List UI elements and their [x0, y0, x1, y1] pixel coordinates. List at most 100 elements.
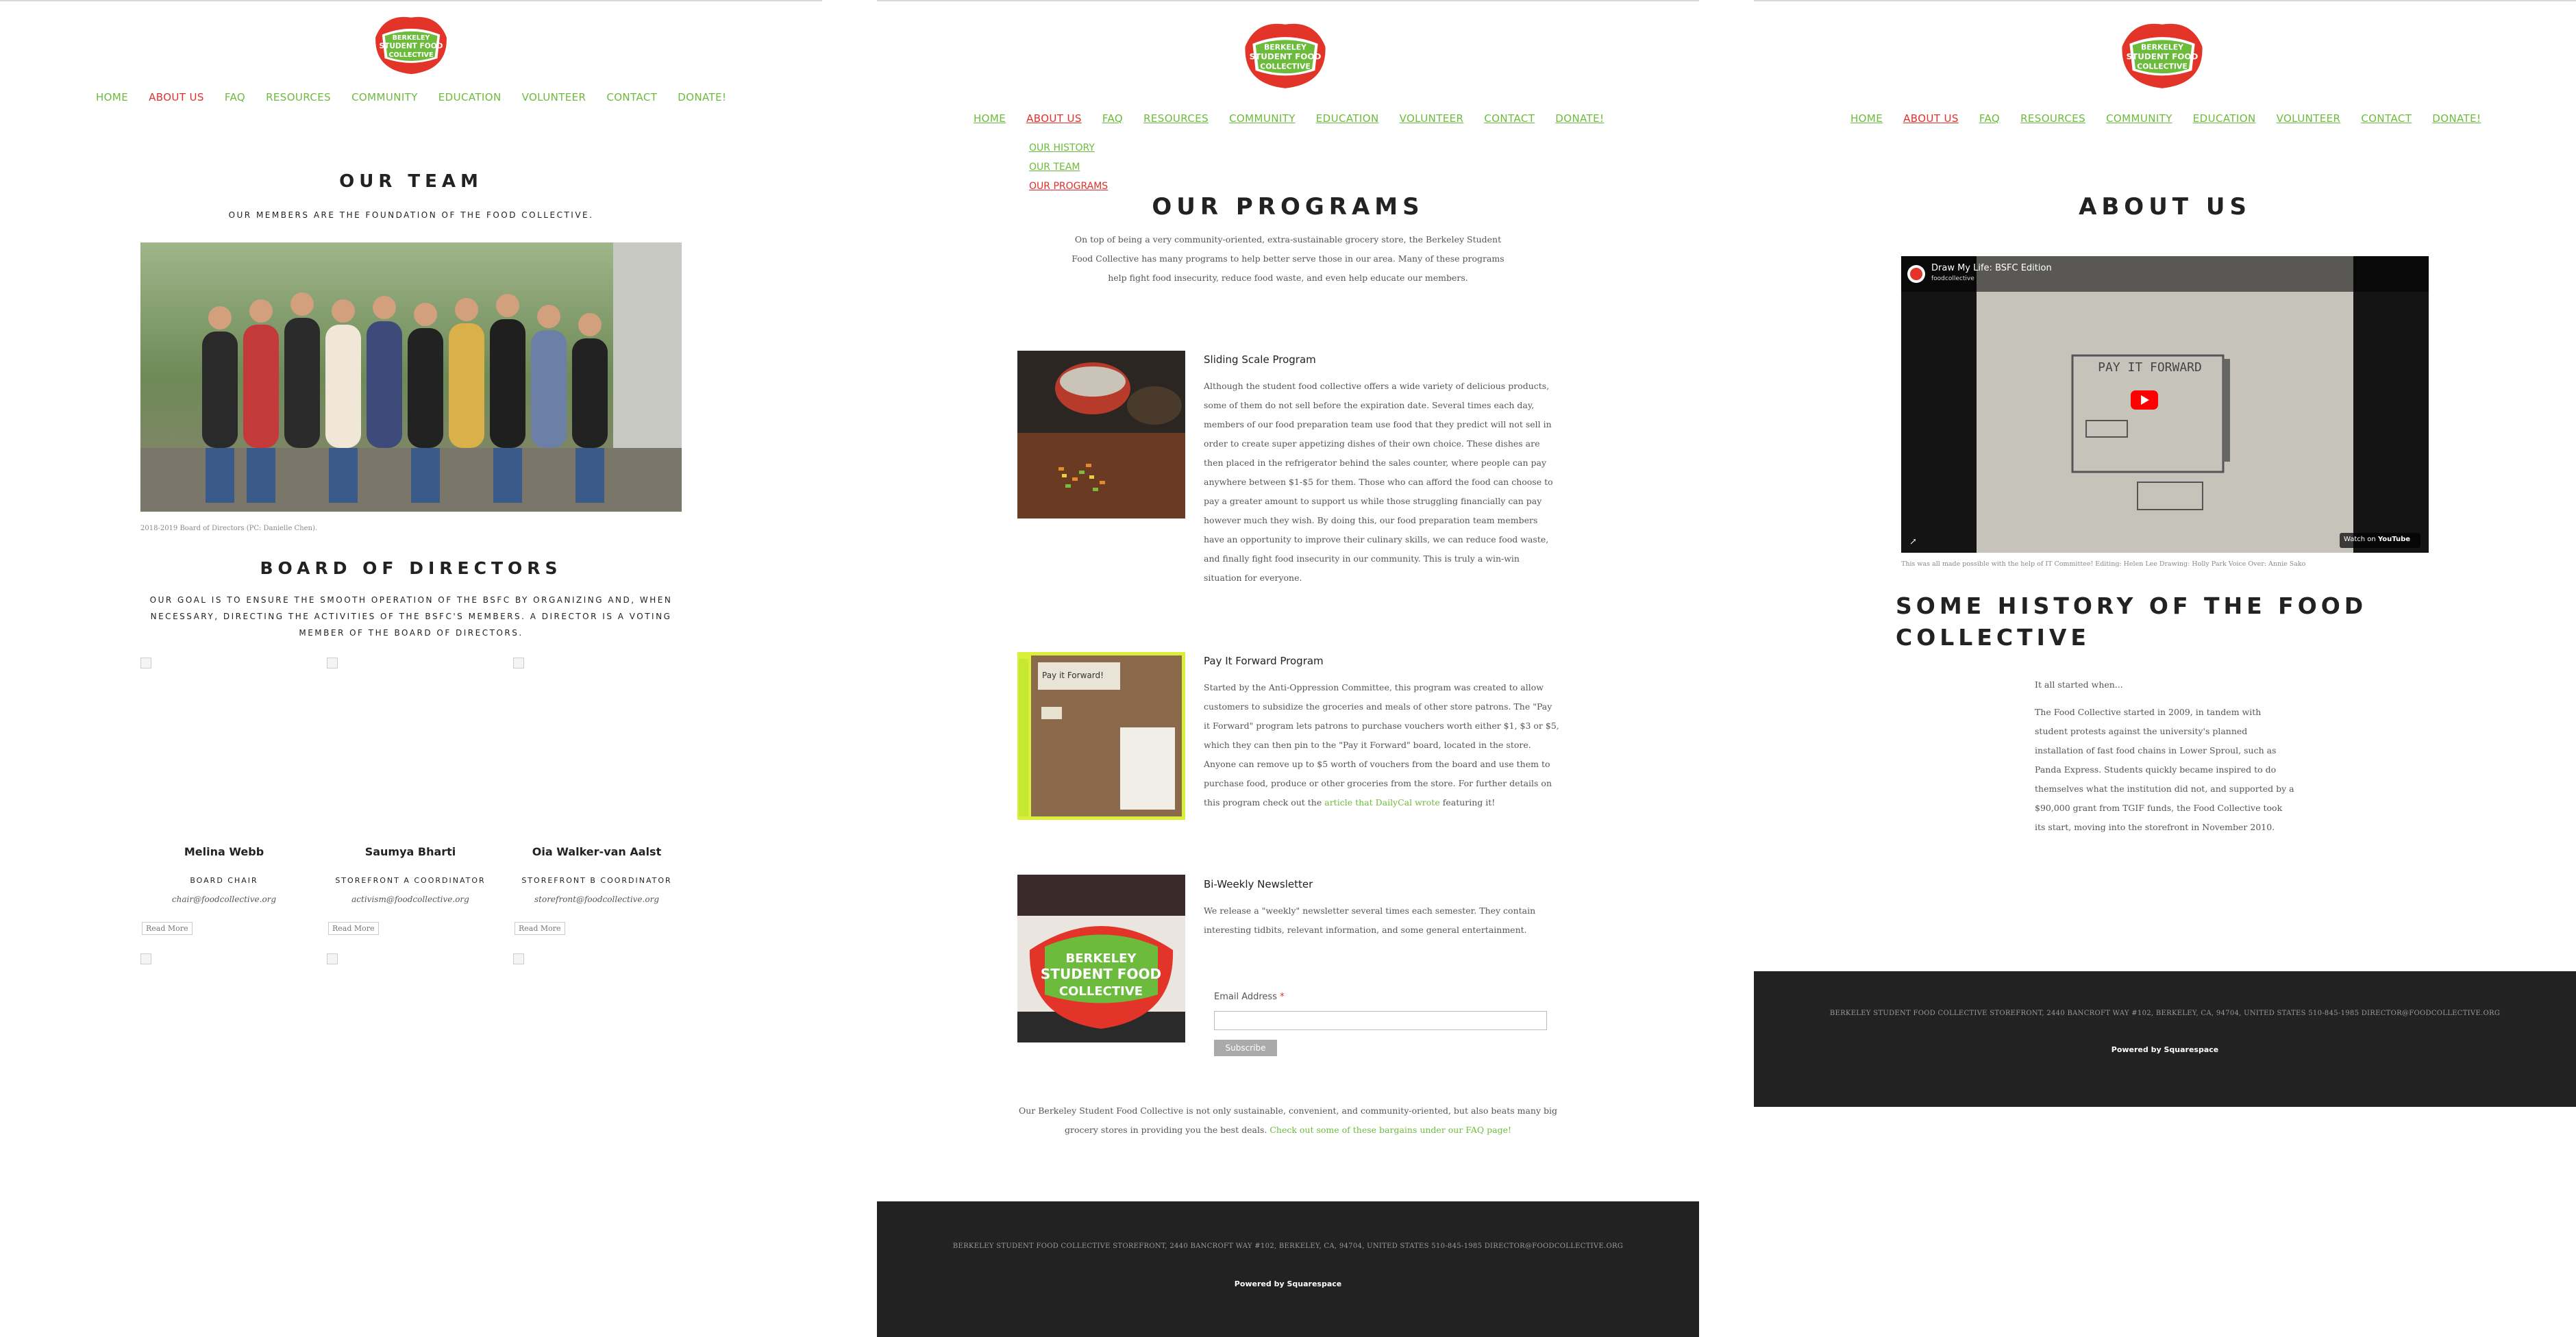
member-email[interactable]: storefront@foodcollective.org	[508, 895, 686, 904]
nav-item-donate[interactable]: DONATE!	[2432, 112, 2481, 125]
read-more-button[interactable]: Read More	[142, 922, 193, 935]
watch-on-text: Watch on	[2344, 536, 2376, 543]
nav-item-about-us[interactable]: ABOUT US	[149, 91, 204, 103]
nav-item-about-us[interactable]: ABOUT US	[1026, 112, 1082, 125]
youtube-video-embed[interactable]: Draw My Life: BSFC Edition foodcollectiv…	[1901, 256, 2429, 553]
program-title: Sliding Scale Program	[1204, 353, 1316, 366]
email-field[interactable]	[1214, 1011, 1547, 1030]
nav-item-resources[interactable]: RESOURCES	[266, 91, 331, 103]
bsfc-logo[interactable]: BERKELEY STUDENT FOOD COLLECTIVE	[1241, 8, 1330, 100]
photo-caption: 2018-2019 Board of Directors (PC: Daniel…	[140, 525, 318, 532]
board-photo-6	[513, 953, 524, 964]
member-card-3: Oia Walker-van Aalst STOREFRONT B COORDI…	[508, 845, 686, 904]
nav-item-faq[interactable]: FAQ	[1979, 112, 2000, 125]
svg-text:Pay it Forward!: Pay it Forward!	[1042, 671, 1104, 680]
bsfc-logo[interactable]: BERKELEY STUDENT FOOD COLLECTIVE	[2118, 8, 2207, 100]
nav-item-volunteer[interactable]: VOLUNTEER	[2277, 112, 2341, 125]
nav-item-donate[interactable]: DONATE!	[678, 91, 726, 103]
program-text-tail: featuring it!	[1442, 797, 1496, 808]
program-title: Bi-Weekly Newsletter	[1204, 878, 1313, 890]
youtube-play-icon[interactable]	[2131, 390, 2158, 410]
video-channel: foodcollective	[1931, 275, 1974, 282]
member-role: STOREFRONT A COORDINATOR	[335, 876, 486, 885]
nav-item-donate[interactable]: DONATE!	[1555, 112, 1604, 125]
nav-item-resources[interactable]: RESOURCES	[1143, 112, 1209, 125]
nav-item-education[interactable]: EDUCATION	[1316, 112, 1379, 125]
nav-item-contact[interactable]: CONTACT	[606, 91, 657, 103]
share-icon[interactable]: ↗	[1909, 537, 1917, 547]
nav-item-about-us[interactable]: ABOUT US	[1903, 112, 1959, 125]
programs-page-panel: BERKELEY STUDENT FOOD COLLECTIVE HOME ABO…	[877, 0, 1699, 1337]
program-text: We release a "weekly" newsletter several…	[1204, 905, 1536, 935]
member-email[interactable]: activism@foodcollective.org	[321, 895, 499, 904]
required-mark: *	[1280, 992, 1285, 1002]
video-whiteboard-text: PAY IT FORWARD	[2098, 360, 2202, 375]
board-title: BOARD OF DIRECTORS	[260, 558, 562, 578]
subnav-our-history[interactable]: OUR HISTORY	[1029, 138, 1108, 158]
member-card-2: Saumya Bharti STOREFRONT A COORDINATOR a…	[321, 845, 499, 904]
nav-item-community[interactable]: COMMUNITY	[2106, 112, 2172, 125]
history-title: SOME HISTORY OF THE FOOD COLLECTIVE	[1896, 592, 2368, 651]
read-more-button[interactable]: Read More	[515, 922, 565, 935]
footer-address: BERKELEY STUDENT FOOD COLLECTIVE STOREFR…	[952, 1242, 1624, 1250]
dailycal-article-link[interactable]: article that DailyCal wrote	[1324, 797, 1439, 808]
svg-text:COLLECTIVE: COLLECTIVE	[2137, 62, 2188, 71]
team-page-panel: BERKELEY STUDENT FOOD COLLECTIVE HOME ABO…	[0, 0, 822, 1336]
programs-outro: Our Berkeley Student Food Collective is …	[1014, 1101, 1562, 1140]
nav-item-faq[interactable]: FAQ	[225, 91, 245, 103]
nav-item-contact[interactable]: CONTACT	[2361, 112, 2412, 125]
about-page-panel: BERKELEY STUDENT FOOD COLLECTIVE HOME ABO…	[1754, 0, 2576, 1336]
subnav-our-team[interactable]: OUR TEAM	[1029, 158, 1108, 177]
nav-item-home[interactable]: HOME	[974, 112, 1006, 125]
svg-text:COLLECTIVE: COLLECTIVE	[1260, 62, 1311, 71]
powered-by-squarespace[interactable]: Powered by Squarespace	[1754, 1045, 2576, 1054]
read-more-button[interactable]: Read More	[328, 922, 379, 935]
faq-bargains-link[interactable]: Check out some of these bargains under o…	[1270, 1125, 1511, 1135]
member-name: Oia Walker-van Aalst	[532, 845, 662, 858]
board-photo-2	[327, 658, 338, 668]
svg-text:BERKELEY: BERKELEY	[2141, 43, 2183, 52]
watch-on-youtube[interactable]: Watch on YouTube	[2344, 536, 2410, 543]
nav-item-volunteer[interactable]: VOLUNTEER	[1400, 112, 1464, 125]
member-name: Melina Webb	[184, 845, 264, 858]
nav-item-community[interactable]: COMMUNITY	[1229, 112, 1296, 125]
nav-item-volunteer[interactable]: VOLUNTEER	[522, 91, 586, 103]
site-footer: BERKELEY STUDENT FOOD COLLECTIVE STOREFR…	[877, 1201, 1699, 1337]
member-card-1: Melina Webb BOARD CHAIR chair@foodcollec…	[135, 845, 313, 904]
nav-item-community[interactable]: COMMUNITY	[351, 91, 418, 103]
team-photo	[140, 242, 682, 512]
svg-text:STUDENT FOOD: STUDENT FOOD	[1250, 52, 1322, 62]
about-subnav: OUR HISTORY OUR TEAM OUR PROGRAMS	[1029, 138, 1108, 196]
powered-by-squarespace[interactable]: Powered by Squarespace	[877, 1279, 1699, 1288]
board-photo-1	[140, 658, 151, 668]
nav-item-education[interactable]: EDUCATION	[438, 91, 501, 103]
nav-item-home[interactable]: HOME	[96, 91, 128, 103]
svg-text:STUDENT FOOD: STUDENT FOOD	[1041, 966, 1161, 982]
history-text: The Food Collective started in 2009, in …	[2035, 707, 2294, 832]
nav-item-education[interactable]: EDUCATION	[2193, 112, 2256, 125]
svg-text:STUDENT FOOD: STUDENT FOOD	[380, 42, 443, 51]
programs-intro: On top of being a very community-oriente…	[1072, 234, 1504, 283]
svg-text:BERKELEY: BERKELEY	[393, 34, 431, 42]
svg-text:BERKELEY: BERKELEY	[1264, 43, 1306, 52]
svg-text:COLLECTIVE: COLLECTIVE	[1059, 984, 1143, 999]
main-nav: HOME ABOUT US FAQ RESOURCES COMMUNITY EDUCATI…	[96, 91, 726, 103]
svg-text:STUDENT FOOD: STUDENT FOOD	[2127, 52, 2199, 62]
subscribe-button[interactable]: Subscribe	[1214, 1040, 1277, 1056]
nav-item-contact[interactable]: CONTACT	[1484, 112, 1535, 125]
board-photo-3	[513, 658, 524, 668]
page-title: OUR PROGRAMS	[1152, 193, 1424, 221]
program-text: Started by the Anti-Oppression Committee…	[1204, 678, 1560, 812]
bsfc-logo[interactable]: BERKELEY STUDENT FOOD COLLECTIVE	[371, 11, 451, 77]
member-name: Saumya Bharti	[364, 845, 456, 858]
program-text-body: Started by the Anti-Oppression Committee…	[1204, 682, 1559, 808]
page-subtitle: OUR MEMBERS ARE THE FOUNDATION OF THE FO…	[228, 210, 594, 220]
nav-item-faq[interactable]: FAQ	[1102, 112, 1123, 125]
member-email[interactable]: chair@foodcollective.org	[135, 895, 313, 904]
board-photo-5	[327, 953, 338, 964]
svg-text:COLLECTIVE: COLLECTIVE	[388, 51, 433, 59]
nav-item-resources[interactable]: RESOURCES	[2020, 112, 2085, 125]
email-label-text: Email Address	[1214, 992, 1277, 1002]
nav-item-home[interactable]: HOME	[1850, 112, 1883, 125]
member-role: STOREFRONT B COORDINATOR	[521, 876, 672, 885]
